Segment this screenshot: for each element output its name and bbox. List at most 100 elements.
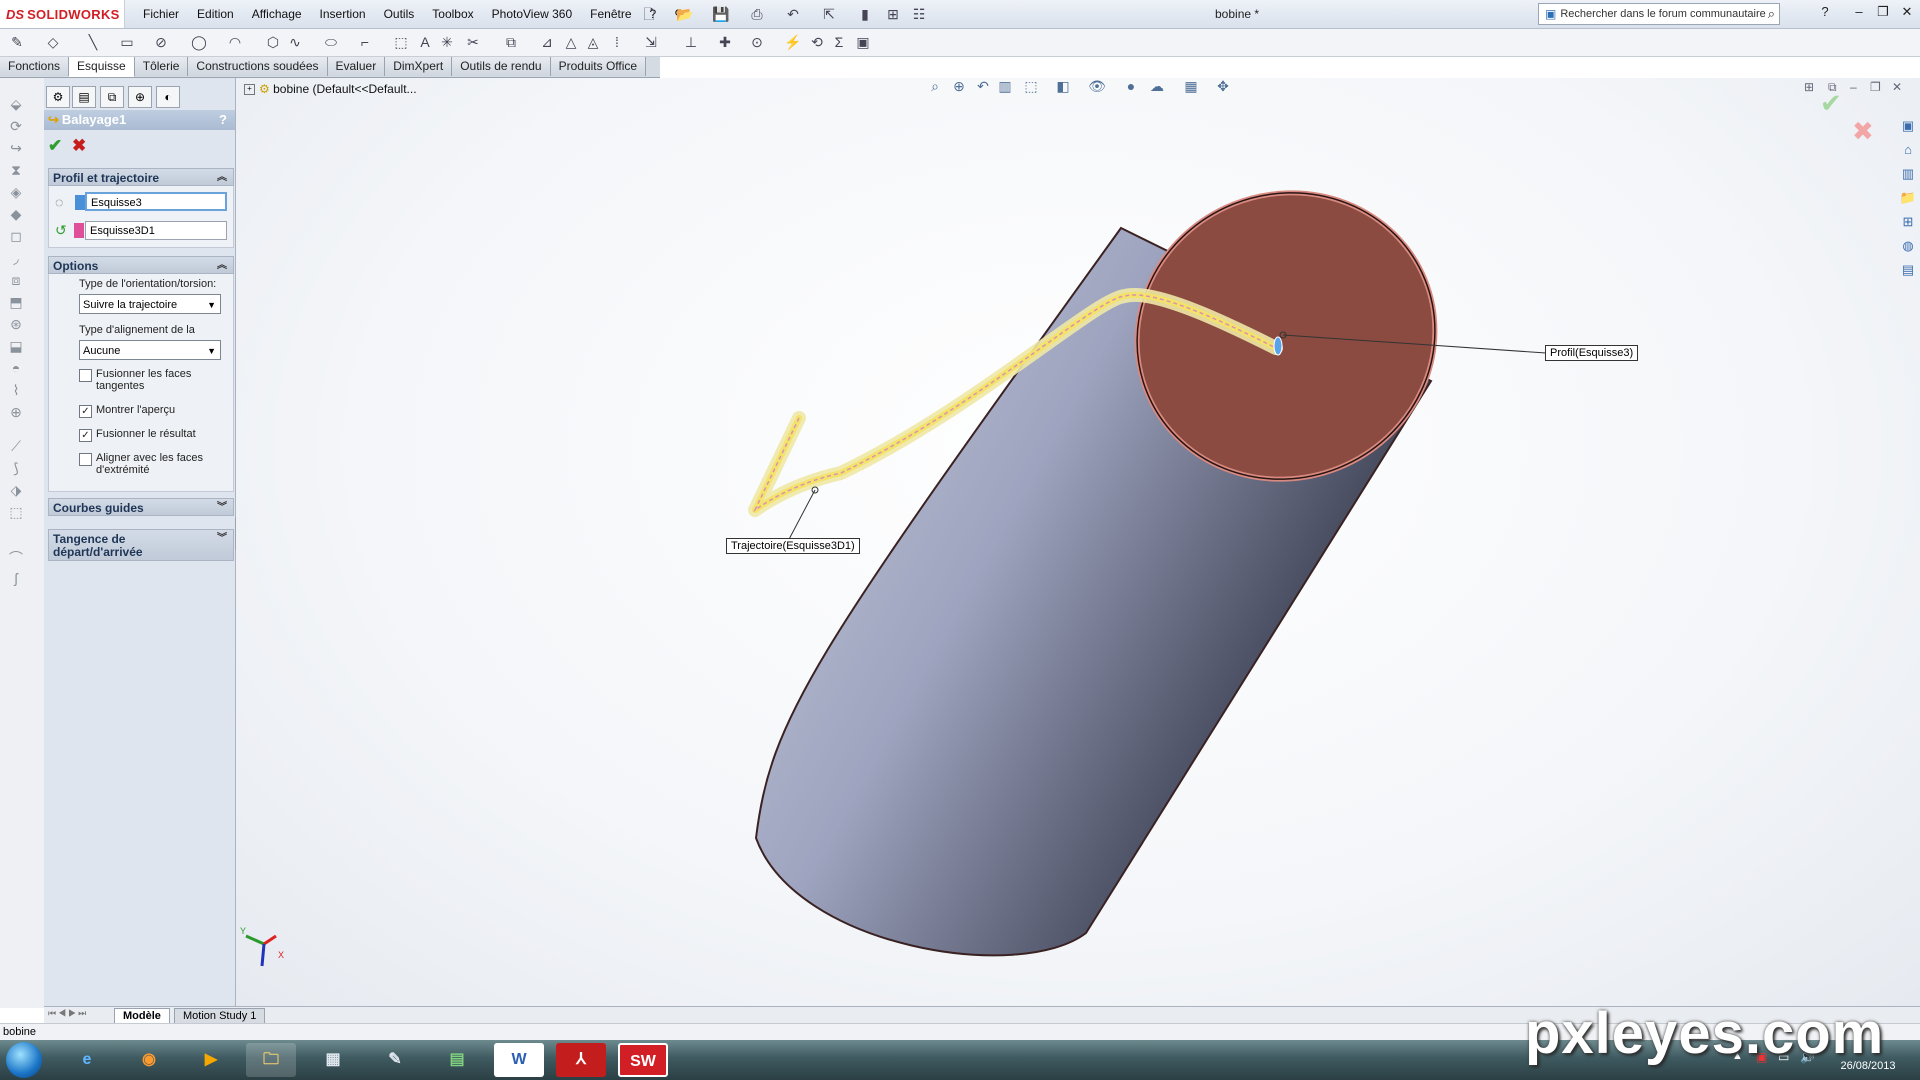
path-selection-box[interactable]: Esquisse3D1 [74,221,227,240]
expand-icon[interactable]: ︾ [217,499,227,517]
move-entities-icon[interactable]: ⇲ [642,33,660,51]
orientation-select[interactable]: Suivre la trajectoire ▼ [79,294,221,314]
repair-sketch-icon[interactable]: ✚ [716,33,734,51]
file-properties-icon[interactable]: ⊞ [884,5,902,23]
ok-button[interactable]: ✔ [48,136,62,156]
curves-icon[interactable]: ⟆ [6,460,26,478]
show-preview-option[interactable]: ✓ Montrer l'aperçu [79,404,175,418]
linear-pattern-icon[interactable]: △ [562,33,580,51]
tab-modele[interactable]: Modèle [114,1008,170,1024]
rectangle-icon[interactable]: ▭ [118,33,136,51]
tab-tolerie[interactable]: Tôlerie [134,57,189,76]
collapse-icon[interactable]: ︽ [217,257,227,275]
rebuild-icon[interactable]: ▮ [856,5,874,23]
dome-icon[interactable]: ◓ [6,360,26,378]
graphics-area[interactable]: + ⚙ bobine (Default<<Default... ⌕ ⊕ ↶ ▥ ⬚… [236,78,1920,1006]
close-icon[interactable]: ✕ [1896,4,1918,22]
start-button-icon[interactable] [6,1042,42,1078]
menu-fenetre[interactable]: Fenêtre [581,7,640,21]
instant3d-icon[interactable]: ⬗ [6,482,26,500]
sketch-icon[interactable]: ✎ [8,33,26,51]
feature-manager-tab-icon[interactable]: ⚙ [46,86,70,108]
menu-affichage[interactable]: Affichage [243,7,311,21]
line-icon[interactable]: ╲ [84,33,102,51]
smart-dimension-icon[interactable]: ◇ [44,33,62,51]
rapid-sketch-icon[interactable]: ⚡ [784,33,802,51]
tab-dimxpert[interactable]: DimXpert [385,57,453,76]
new-document-icon[interactable]: 🗋 [640,5,658,23]
display-manager-tab-icon[interactable]: ◐ [156,86,180,108]
boundary-icon[interactable]: ◈ [6,184,26,202]
cut-extrude-icon[interactable]: ◆ [6,206,26,224]
sweep-icon[interactable]: ↪ [6,140,26,158]
open-icon[interactable]: 📂 [676,5,694,23]
custom-properties-icon[interactable]: ▤ [1898,262,1918,282]
file-explorer-icon[interactable]: 📁 [1898,190,1918,210]
align-end-faces-option[interactable]: Aligner avec les faces d'extrémité [79,452,209,476]
arc-icon[interactable]: ◠ [226,33,244,51]
intersect-icon[interactable]: ⊕ [6,404,26,422]
circle-icon[interactable]: ◯ [190,33,208,51]
calculator-icon[interactable]: ▦ [308,1043,358,1077]
design-library-icon[interactable]: ▥ [1898,166,1918,186]
menu-fichier[interactable]: Fichier [134,7,188,21]
slot-icon[interactable]: ⊘ [152,33,170,51]
tab-motion-study[interactable]: Motion Study 1 [174,1008,266,1024]
alignment-select[interactable]: Aucune ▼ [79,340,221,360]
view-palette-icon[interactable]: ⊞ [1898,214,1918,234]
draft-icon[interactable]: ⬓ [6,338,26,356]
internet-explorer-icon[interactable]: e [62,1043,112,1077]
path-callout[interactable]: Trajectoire(Esquisse3D1) [726,538,860,554]
chamfer-icon[interactable]: ⧈ [6,272,26,290]
profile-selection-box[interactable]: Esquisse3 [75,192,227,211]
options-group-header[interactable]: Options ︽ [48,256,234,274]
mirror-icon[interactable]: ⊿ [538,33,556,51]
wrap-icon[interactable]: ⌇ [6,382,26,400]
media-player-icon[interactable]: ▶ [186,1043,236,1077]
rapid-icon[interactable]: ⬚ [6,504,26,522]
solidworks-logo[interactable]: DS SOLIDWORKS [0,0,125,28]
profile-callout[interactable]: Profil(Esquisse3) [1545,345,1639,361]
cylinder-body[interactable] [754,148,1478,957]
tab-navigation-icons[interactable]: ⏮◀▶⏭ [48,1008,88,1019]
menu-toolbox[interactable]: Toolbox [423,7,482,21]
menu-insertion[interactable]: Insertion [311,7,375,21]
hole-icon[interactable]: ◻ [6,228,26,246]
spline-icon[interactable]: ∿ [286,33,304,51]
tab-produits-office[interactable]: Produits Office [550,57,647,76]
tab-evaluer[interactable]: Evaluer [327,57,386,76]
pattern-icon[interactable]: ⁞ [608,33,626,51]
options-icon[interactable]: ☷ [910,5,928,23]
menu-photoview[interactable]: PhotoView 360 [483,7,582,21]
offset-icon[interactable]: ⧉ [502,33,520,51]
search-input[interactable]: Rechercher dans le forum communautaire [1560,8,1767,20]
merge-tangent-faces-checkbox[interactable] [79,369,92,382]
home-icon[interactable]: ⌂ [1898,142,1918,162]
image-icon[interactable]: ▣ [854,33,872,51]
expand-icon[interactable]: ︾ [217,532,227,545]
undo-icon[interactable]: ↶ [784,5,802,23]
community-search[interactable]: ▣ Rechercher dans le forum communautaire… [1538,3,1780,25]
document-viewer-icon[interactable]: ▤ [432,1043,482,1077]
menu-outils[interactable]: Outils [375,7,424,21]
trim-icon[interactable]: ✂ [464,33,482,51]
solidworks-resources-icon[interactable]: ▣ [1898,118,1918,138]
word-icon[interactable]: W [494,1043,544,1077]
minimize-icon[interactable]: – [1848,4,1870,22]
merge-tangent-faces-option[interactable]: Fusionner les faces tangentes [79,368,219,392]
merge-result-checkbox[interactable]: ✓ [79,429,92,442]
tab-esquisse[interactable]: Esquisse [69,57,135,77]
dynamic-mirror-icon[interactable]: ◬ [584,33,602,51]
help-icon[interactable]: ? [1814,4,1836,22]
extrude-icon[interactable]: ⬙ [6,96,26,114]
model-view[interactable]: Y X [236,78,1920,1006]
acrobat-icon[interactable]: ⅄ [556,1043,606,1077]
help-button[interactable]: ? [219,110,227,130]
align-end-faces-checkbox[interactable] [79,453,92,466]
collapse-icon[interactable]: ︽ [217,169,227,187]
curve-tools-icon[interactable]: ʃ [6,570,26,588]
reference-geometry-icon[interactable]: ⟋ [6,438,26,456]
configuration-manager-tab-icon[interactable]: ⧉ [100,86,124,108]
tab-constructions-soudees[interactable]: Constructions soudées [188,57,328,76]
firefox-icon[interactable]: ◉ [124,1043,174,1077]
